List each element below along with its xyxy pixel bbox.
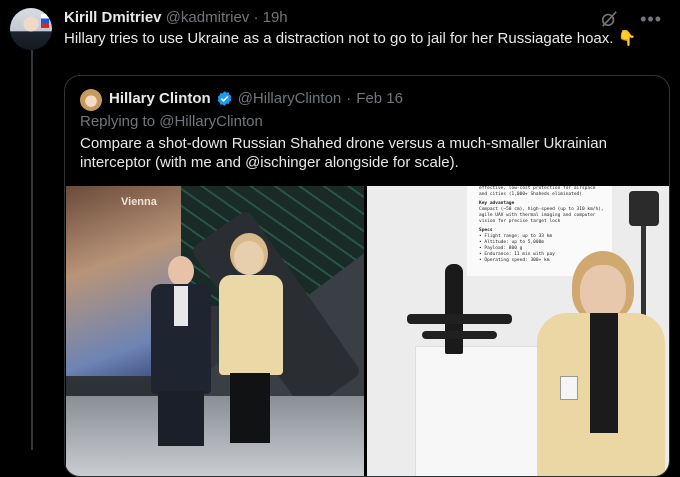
- spec-line: • Flight range: up to 33 km: [479, 234, 553, 239]
- verified-badge-icon: [217, 91, 231, 106]
- tweet-text: Hillary tries to use Ukraine as a distra…: [64, 30, 637, 47]
- tweet-actions-top: •••: [600, 10, 662, 28]
- flag-pin-icon: [41, 14, 49, 28]
- author-avatar[interactable]: [10, 8, 52, 50]
- quoted-tweet-header: Hillary Clinton @HillaryClinton · Feb 16: [109, 90, 403, 107]
- more-icon[interactable]: •••: [640, 10, 662, 28]
- person-man: [146, 256, 216, 446]
- quoted-author-name[interactable]: Hillary Clinton: [109, 90, 211, 107]
- panel-line: Compact (~50 cm), high-speed (up to 310 …: [479, 207, 604, 212]
- person-woman: [216, 241, 286, 446]
- spec-line: • Altitude: up to 5,000m: [479, 240, 545, 245]
- author-name[interactable]: Kirill Dmitriev: [64, 9, 162, 26]
- vienna-sign: Vienna: [121, 196, 157, 208]
- photo-drone-exhibit-left[interactable]: Vienna: [66, 186, 364, 476]
- quoted-author-avatar[interactable]: [80, 89, 102, 111]
- replying-to-mention[interactable]: @HillaryClinton: [159, 113, 263, 130]
- person-woman: [532, 251, 667, 476]
- interceptor-drone-body: [445, 264, 463, 354]
- author-handle[interactable]: @kadmitriev: [166, 9, 250, 26]
- panel-line: effective, low-cost protection for airsp…: [479, 186, 596, 191]
- quoted-tweet[interactable]: Hillary Clinton @HillaryClinton · Feb 16…: [64, 75, 670, 477]
- grok-icon[interactable]: [600, 10, 618, 28]
- photo-interceptor-right[interactable]: effective, low-cost protection for airsp…: [367, 186, 669, 476]
- quoted-author-handle[interactable]: @HillaryClinton: [238, 90, 342, 107]
- panel-line: and cities (1,000+ Shaheds eliminated): [479, 192, 582, 197]
- tweet-header: Kirill Dmitriev @kadmitriev · 19h: [64, 9, 288, 26]
- quoted-separator-dot: ·: [346, 90, 352, 107]
- quoted-tweet-text: Compare a shot-down Russian Shahed drone…: [80, 135, 607, 171]
- interceptor-drone-wing: [407, 314, 512, 324]
- spec-line: • Payload: 800 g: [479, 246, 523, 251]
- quoted-tweet-date[interactable]: Feb 16: [356, 90, 403, 107]
- separator-dot: ·: [253, 9, 259, 26]
- camera-icon: [629, 191, 659, 226]
- replying-to-line: Replying to @HillaryClinton: [80, 113, 263, 130]
- panel-line: vision for precise target lock: [479, 219, 561, 224]
- replying-prefix: Replying to: [80, 113, 156, 130]
- display-pedestal: [415, 346, 549, 476]
- thread-line: [31, 50, 33, 450]
- panel-line: agile UAV with thermal imaging and compu…: [479, 213, 596, 218]
- interceptor-drone-tail: [422, 331, 497, 339]
- tweet-time[interactable]: 19h: [263, 9, 288, 26]
